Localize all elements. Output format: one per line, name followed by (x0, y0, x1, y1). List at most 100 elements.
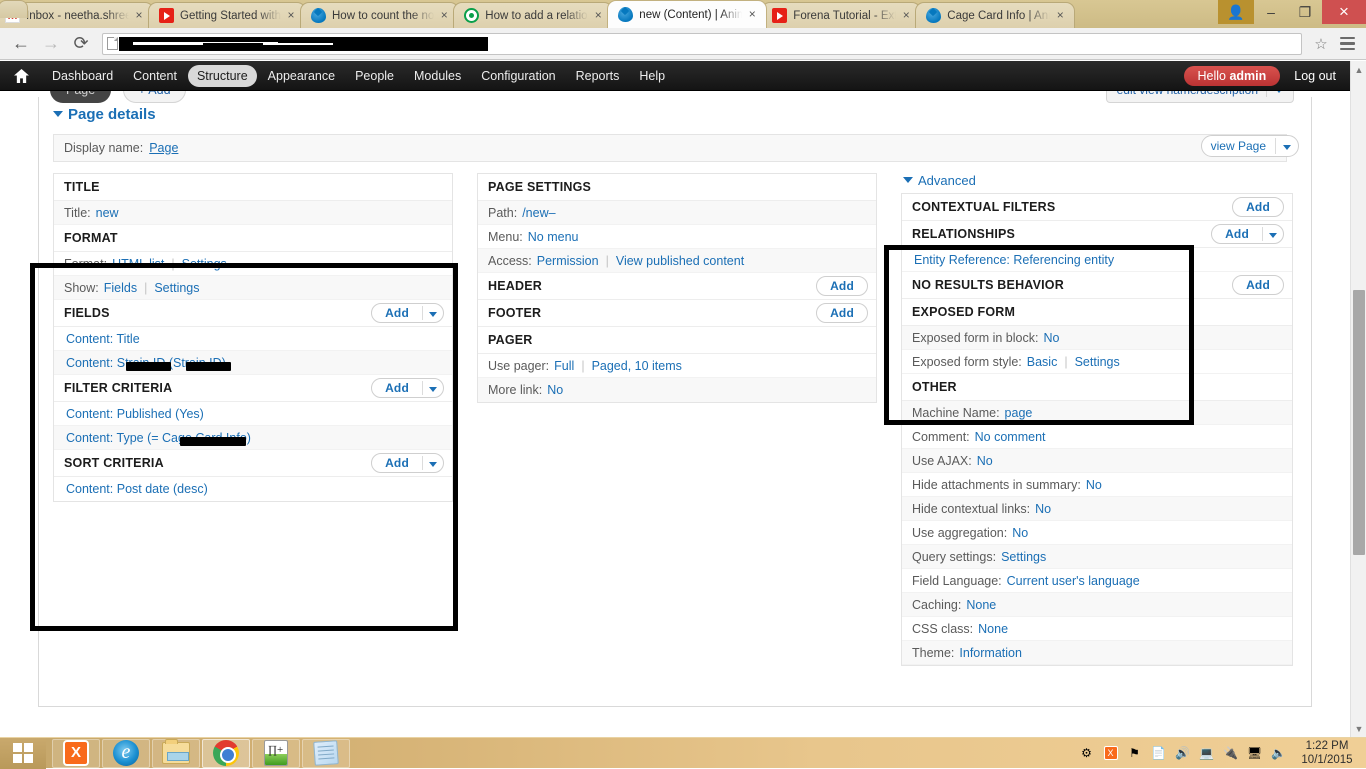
scroll-down-arrow-icon[interactable]: ▼ (1351, 720, 1366, 737)
taskbar-xampp-button[interactable] (52, 739, 100, 768)
row-show[interactable]: Show: Fields | Settings (54, 276, 452, 300)
close-window-button[interactable]: × (1322, 0, 1366, 24)
add-relationship-button[interactable]: Add (1211, 224, 1284, 244)
logout-link[interactable]: Log out (1294, 69, 1336, 83)
bookmark-star-icon[interactable]: ☆ (1308, 31, 1334, 57)
row-link[interactable]: No (1035, 502, 1051, 516)
row-link[interactable]: new (96, 206, 119, 220)
row-link[interactable]: View published content (616, 254, 744, 268)
row-link[interactable]: No (1012, 526, 1028, 540)
network-icon[interactable]: 🖥 (1246, 745, 1263, 762)
row-link[interactable]: No menu (528, 230, 579, 244)
add-contextual-filter-button[interactable]: Add (1232, 197, 1284, 217)
taskbar-notepad-button[interactable] (302, 739, 350, 768)
row-link[interactable]: No comment (975, 430, 1046, 444)
close-tab-icon[interactable]: × (592, 10, 604, 22)
row-other-hide-attachments-in-summary[interactable]: Hide attachments in summary:No (902, 473, 1292, 497)
row-other-use-aggregation[interactable]: Use aggregation:No (902, 521, 1292, 545)
display-icon[interactable]: 💻 (1198, 745, 1215, 762)
speaker-icon[interactable]: 🔈 (1270, 745, 1287, 762)
row-link[interactable]: Fields (104, 281, 137, 295)
row-link[interactable]: Settings (182, 257, 227, 271)
action-center-flag-icon[interactable]: ⚑ (1126, 745, 1143, 762)
row-filter-type[interactable]: Content: Type (= Cage Card Info) (54, 426, 452, 450)
new-tab-button[interactable] (0, 0, 28, 18)
row-link[interactable]: Settings (1001, 550, 1046, 564)
chevron-down-icon[interactable] (1276, 139, 1298, 153)
row-other-hide-contextual-links[interactable]: Hide contextual links:No (902, 497, 1292, 521)
taskbar-clock[interactable]: 1:22 PM 10/1/2015 (1294, 739, 1356, 767)
office-upload-icon[interactable]: 📄 (1150, 745, 1167, 762)
address-bar[interactable] (102, 33, 1302, 55)
back-button[interactable]: ← (6, 30, 36, 58)
row-link[interactable]: Content: Post date (desc) (66, 482, 208, 496)
close-tab-icon[interactable]: × (133, 10, 145, 22)
row-menu[interactable]: Menu: No menu (478, 225, 876, 249)
browser-tab[interactable]: How to count the no× (300, 2, 459, 28)
admin-menu-item-appearance[interactable]: Appearance (259, 65, 344, 87)
taskbar-notepadpp-button[interactable] (252, 739, 300, 768)
admin-menu-item-modules[interactable]: Modules (405, 65, 470, 87)
row-field-strain-id[interactable]: Content: Strain ID (Strain ID) (54, 351, 452, 375)
row-link[interactable]: Content: Type (= Cage Card Info) (66, 431, 251, 445)
admin-menu-item-dashboard[interactable]: Dashboard (43, 65, 122, 87)
row-link[interactable]: /new– (522, 206, 555, 220)
chrome-menu-icon[interactable] (1334, 31, 1360, 57)
profile-button[interactable]: 👤 (1218, 0, 1254, 24)
row-more-link[interactable]: More link: No (478, 378, 876, 402)
add-footer-button[interactable]: Add (816, 303, 868, 323)
page-scrollbar[interactable]: ▲ ▼ (1350, 61, 1366, 737)
display-name-value[interactable]: Page (149, 141, 178, 155)
row-exposed-form-in-block[interactable]: Exposed form in block: No (902, 326, 1292, 350)
add-header-button[interactable]: Add (816, 276, 868, 296)
taskbar-file-explorer-button[interactable] (152, 739, 200, 768)
view-page-button[interactable]: view Page (1201, 135, 1299, 157)
add-sort-button[interactable]: Add (371, 453, 444, 473)
row-link[interactable]: Basic (1027, 355, 1058, 369)
row-link[interactable]: None (966, 598, 996, 612)
close-tab-icon[interactable]: × (1054, 10, 1066, 22)
chevron-down-icon[interactable] (1263, 227, 1283, 241)
admin-menu-item-structure[interactable]: Structure (188, 65, 257, 87)
minimize-button[interactable]: – (1254, 0, 1288, 24)
row-link[interactable]: Paged, 10 items (592, 359, 682, 373)
maximize-button[interactable]: ❐ (1288, 0, 1322, 24)
user-greeting-badge[interactable]: Hello admin (1184, 66, 1281, 86)
row-link[interactable]: page (1005, 406, 1033, 420)
row-field-title[interactable]: Content: Title (54, 327, 452, 351)
browser-tab[interactable]: Forena Tutorial - Exte× (761, 2, 921, 28)
row-relationship-entity-reference[interactable]: Entity Reference: Referencing entity (902, 248, 1292, 272)
row-link[interactable]: Content: Published (Yes) (66, 407, 204, 421)
row-link[interactable]: Information (959, 646, 1022, 660)
reload-button[interactable]: ⟳ (66, 30, 96, 58)
row-other-use-ajax[interactable]: Use AJAX:No (902, 449, 1292, 473)
browser-tab[interactable]: Getting Started with × (148, 2, 306, 28)
add-filter-button[interactable]: Add (371, 378, 444, 398)
browser-tab[interactable]: How to add a relation× (453, 2, 613, 28)
home-icon[interactable] (0, 69, 42, 83)
row-format[interactable]: Format: HTML list | Settings (54, 252, 452, 276)
row-use-pager[interactable]: Use pager: Full | Paged, 10 items (478, 354, 876, 378)
row-filter-published[interactable]: Content: Published (Yes) (54, 402, 452, 426)
row-link[interactable]: Content: Title (66, 332, 140, 346)
row-link[interactable]: Settings (154, 281, 199, 295)
row-link[interactable]: Permission (537, 254, 599, 268)
admin-menu-item-content[interactable]: Content (124, 65, 186, 87)
browser-tab[interactable]: new (Content) | Anim× (607, 0, 767, 28)
close-tab-icon[interactable]: × (285, 10, 297, 22)
chevron-down-icon[interactable] (423, 381, 443, 395)
chevron-down-icon[interactable] (423, 456, 443, 470)
taskbar-internet-explorer-button[interactable] (102, 739, 150, 768)
advanced-heading[interactable]: Advanced (901, 173, 1293, 188)
row-link[interactable]: No (1086, 478, 1102, 492)
row-link[interactable]: No (1043, 331, 1059, 345)
row-link[interactable]: Content: Strain ID (Strain ID) (66, 356, 226, 370)
row-title[interactable]: Title: new (54, 201, 452, 225)
row-other-machine-name[interactable]: Machine Name:page (902, 401, 1292, 425)
xampp-tray-icon[interactable]: X (1102, 745, 1119, 762)
add-no-results-button[interactable]: Add (1232, 275, 1284, 295)
admin-menu-item-reports[interactable]: Reports (567, 65, 629, 87)
row-exposed-form-style[interactable]: Exposed form style: Basic | Settings (902, 350, 1292, 374)
row-other-css-class[interactable]: CSS class:None (902, 617, 1292, 641)
row-link[interactable]: Settings (1075, 355, 1120, 369)
